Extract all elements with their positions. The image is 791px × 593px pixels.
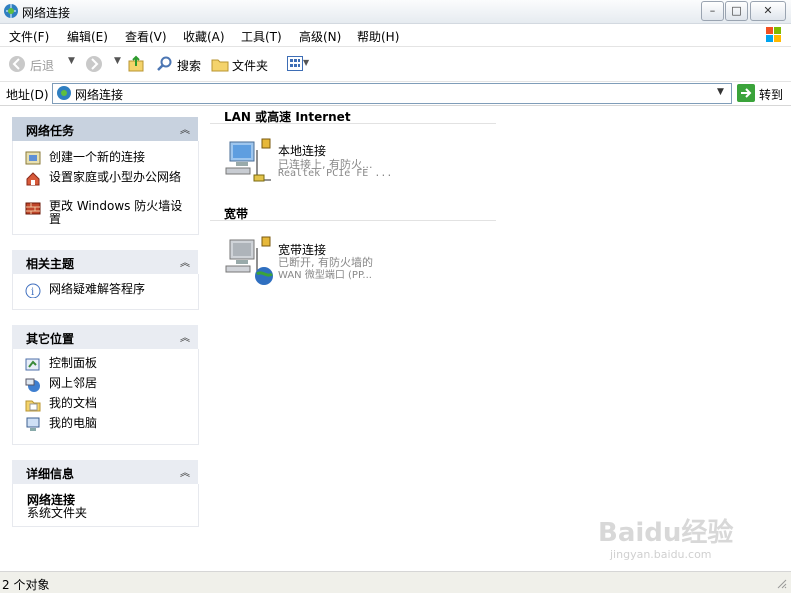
up-folder-icon[interactable] (127, 55, 145, 73)
panel-title: 其它位置 (26, 332, 75, 346)
back-dropdown-icon[interactable]: ▼ (68, 56, 75, 66)
link-control-panel[interactable]: 控制面板 (49, 357, 189, 370)
views-dropdown-icon[interactable]: ▼ (303, 58, 309, 67)
lan-connection-icon (225, 138, 271, 182)
address-input[interactable]: 网络连接 ▼ (52, 83, 732, 104)
details-type: 系统文件夹 (27, 506, 88, 520)
panel-title: 详细信息 (26, 467, 75, 481)
panel-title: 相关主题 (26, 257, 75, 271)
group-divider (210, 220, 496, 221)
group-divider (210, 123, 496, 124)
folders-icon (211, 59, 229, 72)
panel-details-header[interactable]: 详细信息 ︽ (12, 460, 198, 484)
panel-details: 网络连接 系统文件夹 (12, 484, 199, 527)
network-connections-icon (4, 4, 18, 18)
connection-device: Realtek PCIe FE ... (278, 168, 393, 179)
task-setup-home-network[interactable]: 设置家庭或小型办公网络 (49, 171, 189, 184)
panel-network-tasks: 创建一个新的连接 设置家庭或小型办公网络 更改 Windows 防火墙设置 (12, 141, 199, 235)
address-label: 地址(D) (6, 88, 49, 102)
svg-text:i: i (31, 287, 34, 298)
panel-title: 网络任务 (26, 124, 75, 138)
folders-button[interactable]: 文件夹 (232, 57, 268, 74)
search-button[interactable]: 搜索 (177, 57, 201, 74)
status-object-count: 2 个对象 (2, 578, 50, 592)
menu-advanced[interactable]: 高级(N) (299, 28, 341, 45)
close-button[interactable]: ✕ (750, 1, 786, 21)
resize-grip-icon[interactable] (775, 577, 787, 589)
watermark: Baidu经验 (598, 518, 734, 548)
window-title: 网络连接 (22, 6, 71, 20)
back-arrow-icon (9, 56, 25, 72)
title-bar[interactable]: 网络连接 – □ ✕ (0, 0, 791, 24)
menu-view[interactable]: 查看(V) (125, 28, 167, 45)
status-bar: 2 个对象 (0, 571, 791, 593)
menu-edit[interactable]: 编辑(E) (67, 28, 108, 45)
connection-local-area[interactable]: 本地连接 已连接上, 有防火... Realtek PCIe FE ... (224, 136, 400, 182)
menu-favorites[interactable]: 收藏(A) (183, 28, 225, 45)
menu-help[interactable]: 帮助(H) (357, 28, 399, 45)
network-connections-icon (57, 86, 71, 100)
panel-other-places: 控制面板 网上邻居 我的文档 我的电脑 (12, 349, 199, 445)
link-network-troubleshooter[interactable]: 网络疑难解答程序 (49, 283, 189, 296)
go-arrow-icon[interactable] (737, 84, 755, 102)
address-dropdown-icon[interactable]: ▼ (717, 87, 724, 97)
forward-dropdown-icon[interactable]: ▼ (114, 56, 121, 66)
control-panel-icon (25, 358, 40, 371)
link-my-documents[interactable]: 我的文档 (49, 397, 189, 410)
windows-logo-icon (762, 24, 786, 46)
firewall-icon (25, 202, 41, 215)
collapse-chevron-icon[interactable]: ︽ (180, 464, 190, 479)
back-label: 后退 (30, 59, 55, 73)
address-bar: 地址(D) 网络连接 ▼ 转到 (0, 82, 791, 106)
collapse-chevron-icon[interactable]: ︽ (180, 121, 190, 136)
my-documents-icon (25, 400, 41, 412)
collapse-chevron-icon[interactable]: ︽ (180, 329, 190, 344)
my-computer-icon (26, 417, 40, 431)
link-network-places[interactable]: 网上邻居 (49, 377, 189, 390)
task-firewall-settings[interactable]: 更改 Windows 防火墙设置 (49, 200, 189, 226)
address-value: 网络连接 (75, 88, 124, 102)
views-icon[interactable] (287, 56, 303, 71)
connection-device: WAN 微型端口 (PP... (278, 270, 372, 281)
menu-bar: 文件(F) 编辑(E) 查看(V) 收藏(A) 工具(T) 高级(N) 帮助(H… (0, 24, 791, 47)
toolbar: 后退 ▼ ▼ 搜索 文件夹 ▼ (0, 47, 791, 82)
panel-other-places-header[interactable]: 其它位置 ︽ (12, 325, 198, 349)
connection-broadband[interactable]: 宽带连接 已断开, 有防火墙的 WAN 微型端口 (PP... (224, 234, 400, 285)
info-icon: i (25, 283, 41, 298)
panel-related-header[interactable]: 相关主题 ︽ (12, 250, 198, 274)
home-network-icon (26, 172, 40, 186)
panel-related: i 网络疑难解答程序 (12, 274, 199, 310)
task-create-connection[interactable]: 创建一个新的连接 (49, 151, 189, 164)
new-connection-icon (25, 151, 41, 165)
back-button[interactable]: 后退 (8, 55, 64, 73)
go-button[interactable]: 转到 (759, 86, 783, 103)
maximize-button[interactable]: □ (725, 1, 748, 21)
menu-file[interactable]: 文件(F) (9, 28, 49, 45)
collapse-chevron-icon[interactable]: ︽ (180, 254, 190, 269)
forward-arrow-icon[interactable] (85, 55, 103, 73)
minimize-button[interactable]: – (701, 1, 724, 21)
watermark-url: jingyan.baidu.com (610, 548, 712, 561)
menu-tools[interactable]: 工具(T) (241, 28, 282, 45)
link-my-computer[interactable]: 我的电脑 (49, 417, 189, 430)
panel-network-tasks-header[interactable]: 网络任务 ︽ (12, 117, 198, 141)
broadband-connection-icon (225, 236, 273, 285)
network-places-icon (25, 378, 40, 392)
search-icon (157, 56, 172, 71)
